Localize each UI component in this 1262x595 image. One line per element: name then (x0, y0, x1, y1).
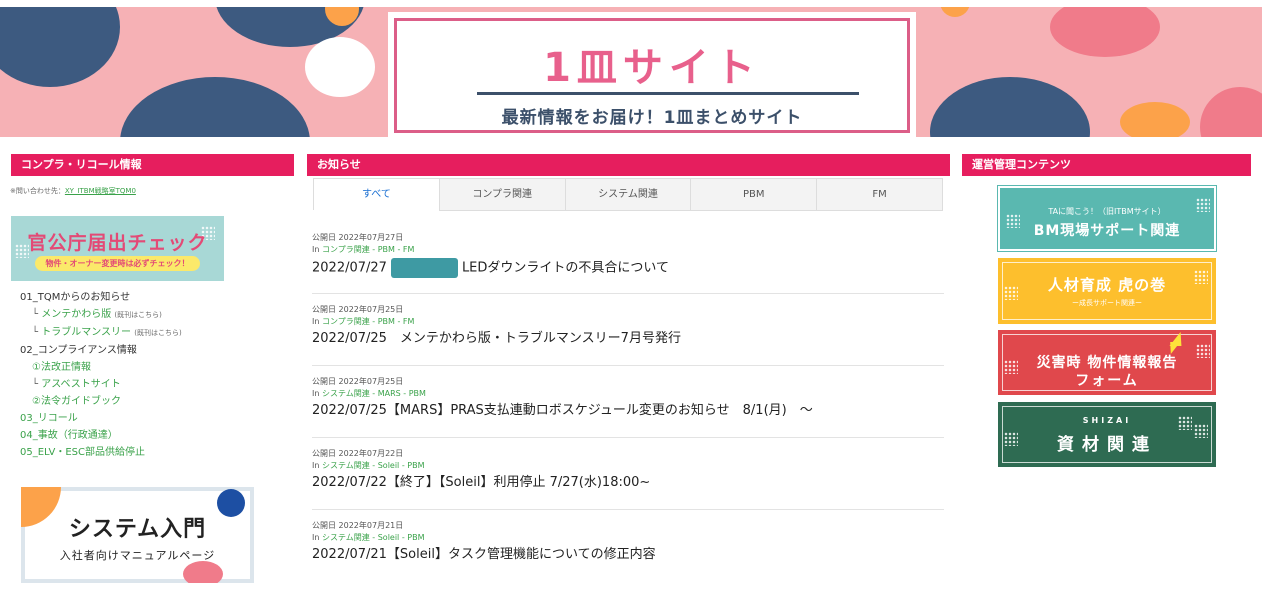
shape-decoration (183, 561, 223, 583)
news-category: In システム関連 - Soleil - PBM (312, 533, 425, 542)
disaster-report-banner[interactable]: 災害時 物件情報報告 フォーム (998, 330, 1216, 395)
nav-item-compliance-info[interactable]: 02_コンプライアンス情報 (20, 342, 182, 359)
nav-item-elv-esc[interactable]: 05_ELV・ESC部品供給停止 (20, 444, 182, 461)
hero-blob (305, 37, 375, 97)
disaster-report-title: 災害時 物件情報報告 (1036, 355, 1178, 371)
hero-blob (120, 77, 310, 137)
left-section-header: コンプラ・リコール情報 (11, 154, 294, 176)
news-item: 公開日 2022年07月21日 In システム関連 - Soleil - PBM… (312, 510, 944, 582)
kanko-check-banner[interactable]: 官公庁届出チェック 物件・オーナー変更時は必ずチェック！ (11, 216, 224, 281)
tab-system[interactable]: システム関連 (564, 179, 691, 210)
news-date: 公開日 2022年07月27日 (312, 233, 404, 242)
news-item: 公開日 2022年07月27日 In コンプラ関連 - PBM - FM 202… (312, 222, 944, 294)
news-category: In コンプラ関連 - PBM - FM (312, 317, 415, 326)
news-title-link[interactable]: 2022/07/22【終了】【Soleil】利用停止 7/27(水)18:00~ (312, 474, 944, 492)
nav-item-asbestos-site[interactable]: └ アスベストサイト (20, 376, 182, 393)
hero-title-card[interactable]: 1皿サイト 最新情報をお届け！1皿まとめサイト (388, 12, 916, 137)
system-intro-banner[interactable]: システム入門 入社者向けマニュアルページ (21, 487, 254, 583)
hero-blob (930, 77, 1090, 137)
center-section-header: お知らせ (307, 154, 950, 176)
news-category: In システム関連 - MARS - PBM (312, 389, 426, 398)
hero-title-frame: 1皿サイト 最新情報をお届け！1皿まとめサイト (394, 18, 910, 133)
bm-support-subtitle: TAに聞こう！（旧ITBMサイト） (1048, 207, 1166, 216)
redacted-block (390, 258, 458, 278)
contact-info: ※問い合わせ先：XY_ITBM戦略室TQM0 (10, 186, 136, 196)
hero-blob (1050, 7, 1160, 57)
hero-divider (477, 92, 859, 95)
compliance-nav: 01_TQMからのお知らせ └ メンテかわら版 (既刊はこちら) └ トラブルマ… (20, 289, 182, 461)
news-date: 公開日 2022年07月22日 (312, 449, 404, 458)
hero-blob (1120, 102, 1190, 137)
tab-fm[interactable]: FM (816, 179, 942, 210)
nav-item-law-revision[interactable]: ①法改正情報 (20, 359, 182, 376)
system-intro-subtitle: 入社者向けマニュアルページ (59, 549, 216, 562)
hero-blob (0, 7, 120, 87)
nav-item-law-guidebook[interactable]: ②法令ガイドブック (20, 393, 182, 410)
news-title-link[interactable]: 2022/07/27 LEDダウンライトの不具合について (312, 258, 944, 278)
news-category: In システム関連 - Soleil - PBM (312, 461, 425, 470)
news-list: 公開日 2022年07月27日 In コンプラ関連 - PBM - FM 202… (312, 222, 944, 582)
tab-pbm[interactable]: PBM (690, 179, 817, 210)
materials-title: 資材関連 (1057, 435, 1157, 455)
nav-item-accident[interactable]: 04_事故（行政通達） (20, 427, 182, 444)
kanko-banner-title: 官公庁届出チェック (27, 232, 208, 254)
news-item: 公開日 2022年07月22日 In システム関連 - Soleil - PBM… (312, 438, 944, 510)
news-category-link[interactable]: システム関連 - Soleil - PBM (322, 533, 424, 542)
tab-all[interactable]: すべて (314, 179, 439, 210)
bm-support-title: BM現場サポート関連 (1033, 223, 1181, 239)
news-item: 公開日 2022年07月25日 In システム関連 - MARS - PBM 2… (312, 366, 944, 438)
contact-label: ※問い合わせ先： (10, 187, 65, 195)
nav-item-recall[interactable]: 03_リコール (20, 410, 182, 427)
right-section-header: 運営管理コンテンツ (962, 154, 1251, 176)
news-category-link[interactable]: コンプラ関連 - PBM - FM (322, 245, 414, 254)
hr-development-subtitle: ー成長サポート関連ー (1072, 299, 1142, 307)
contact-link[interactable]: XY_ITBM戦略室TQM0 (65, 187, 136, 195)
news-item: 公開日 2022年07月25日 In コンプラ関連 - PBM - FM 202… (312, 294, 944, 366)
system-intro-card: システム入門 入社者向けマニュアルページ (21, 487, 250, 583)
news-category-link[interactable]: システム関連 - Soleil - PBM (322, 461, 424, 470)
news-date: 公開日 2022年07月21日 (312, 521, 404, 530)
disaster-report-title-line2: フォーム (1075, 373, 1139, 389)
news-title-link[interactable]: 2022/07/25【MARS】PRAS支払連動ロボスケジュール変更のお知らせ … (312, 402, 944, 420)
news-date: 公開日 2022年07月25日 (312, 305, 404, 314)
tab-compliance[interactable]: コンプラ関連 (438, 179, 565, 210)
bm-support-banner[interactable]: TAに聞こう！（旧ITBMサイト） BM現場サポート関連 (997, 185, 1217, 252)
hr-development-title: 人材育成 虎の巻 (1047, 276, 1167, 294)
nav-item-trouble-monthly[interactable]: └ トラブルマンスリー (既刊はこちら) (20, 324, 182, 342)
system-intro-title: システム入門 (68, 517, 207, 542)
hero-blob (940, 7, 970, 17)
materials-banner[interactable]: SHIZAI 資材関連 (998, 402, 1216, 467)
news-category-link[interactable]: システム関連 - MARS - PBM (322, 389, 426, 398)
news-tabs: すべて コンプラ関連 システム関連 PBM FM (313, 178, 943, 210)
nav-item-mente-kawaraban[interactable]: └ メンテかわら版 (既刊はこちら) (20, 306, 182, 324)
kanko-banner-subtitle: 物件・オーナー変更時は必ずチェック！ (35, 256, 200, 271)
news-date: 公開日 2022年07月25日 (312, 377, 404, 386)
hero-blob (1200, 87, 1262, 137)
hero-banner: 1皿サイト 最新情報をお届け！1皿まとめサイト (0, 7, 1262, 137)
site-subtitle: 最新情報をお届け！1皿まとめサイト (501, 108, 803, 128)
hr-development-banner[interactable]: 人材育成 虎の巻 ー成長サポート関連ー (998, 258, 1216, 324)
materials-subtitle: SHIZAI (1082, 416, 1132, 425)
site-title: 1皿サイト (543, 45, 761, 91)
news-category-link[interactable]: コンプラ関連 - PBM - FM (322, 317, 414, 326)
news-title-link[interactable]: 2022/07/25 メンテかわら版・トラブルマンスリー7月号発行 (312, 330, 944, 348)
nav-item-tqm-news[interactable]: 01_TQMからのお知らせ (20, 289, 182, 306)
news-title-link[interactable]: 2022/07/21【Soleil】タスク管理機能についての修正内容 (312, 546, 944, 564)
tabs-divider (439, 210, 943, 211)
news-category: In コンプラ関連 - PBM - FM (312, 245, 415, 254)
